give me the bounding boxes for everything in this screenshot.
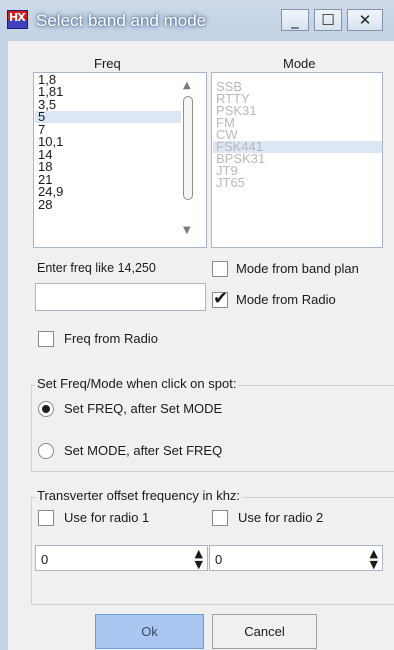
- ok-button[interactable]: Ok: [95, 614, 204, 649]
- freq-selection-highlight: [35, 111, 181, 123]
- freq-header: Freq: [94, 56, 121, 71]
- cancel-button[interactable]: Cancel: [212, 614, 317, 649]
- offset-radio2-spinner[interactable]: 0 ▲ ▼: [209, 545, 383, 571]
- radio-selected-dot-icon: [42, 405, 50, 413]
- use-radio2-checkbox[interactable]: [212, 510, 228, 526]
- window-title: Select band and mode: [36, 11, 207, 30]
- set-mode-first-label: Set MODE, after Set FREQ: [64, 443, 223, 458]
- freq-from-radio-label: Freq from Radio: [64, 331, 158, 346]
- freq-item[interactable]: 10,1: [38, 135, 63, 148]
- checkmark-icon: ✔: [213, 288, 229, 309]
- spot-group-caption: Set Freq/Mode when click on spot:: [35, 376, 239, 391]
- mode-from-radio-checkbox[interactable]: ✔: [212, 288, 228, 309]
- freq-scrollbar-thumb[interactable]: [183, 96, 193, 200]
- offset-radio1-value[interactable]: 0: [41, 552, 48, 567]
- close-button[interactable]: ✕: [347, 9, 383, 31]
- set-mode-first-radio[interactable]: [38, 443, 54, 459]
- mode-from-band-plan-checkbox[interactable]: [212, 261, 228, 277]
- transverter-group-caption: Transverter offset frequency in khz:: [35, 488, 243, 503]
- freq-listbox[interactable]: 1,8 1,81 3,5 5 7 10,1 14 18 21 24,9 28: [33, 72, 207, 248]
- title-bar[interactable]: HX Select band and mode _ ☐ ✕: [0, 0, 394, 41]
- freq-item[interactable]: 18: [38, 160, 52, 173]
- freq-item[interactable]: 5: [38, 110, 45, 123]
- app-flag-icon: HX: [7, 10, 28, 29]
- freq-item[interactable]: 28: [38, 198, 52, 211]
- minimize-button[interactable]: _: [281, 9, 309, 31]
- freq-item[interactable]: 1,81: [38, 85, 63, 98]
- scroll-up-icon[interactable]: ▲: [183, 80, 191, 91]
- freq-entry-label: Enter freq like 14,250: [37, 261, 156, 275]
- freq-from-radio-checkbox[interactable]: [38, 331, 54, 347]
- scroll-down-icon[interactable]: ▼: [183, 225, 191, 236]
- maximize-button[interactable]: ☐: [314, 9, 342, 31]
- spinner-arrows-icon[interactable]: ▲ ▼: [370, 548, 378, 570]
- mode-item[interactable]: JT65: [216, 176, 245, 189]
- spot-mode-groupbox: [31, 385, 394, 472]
- set-freq-first-label: Set FREQ, after Set MODE: [64, 401, 223, 416]
- mode-from-radio-label: Mode from Radio: [236, 292, 336, 307]
- mode-from-band-plan-label: Mode from band plan: [236, 261, 359, 276]
- offset-radio2-value[interactable]: 0: [215, 552, 222, 567]
- offset-radio1-spinner[interactable]: 0 ▲ ▼: [35, 545, 208, 571]
- mode-header: Mode: [283, 56, 316, 71]
- set-freq-first-radio[interactable]: [38, 401, 54, 417]
- freq-item[interactable]: 24,9: [38, 185, 63, 198]
- spinner-arrows-icon[interactable]: ▲ ▼: [195, 548, 203, 570]
- use-radio1-checkbox[interactable]: [38, 510, 54, 526]
- freq-entry-input[interactable]: [35, 283, 206, 311]
- mode-listbox[interactable]: SSB RTTY PSK31 FM CW FSK441 BPSK31 JT9 J…: [211, 72, 383, 248]
- use-radio1-label: Use for radio 1: [64, 510, 150, 525]
- use-radio2-label: Use for radio 2: [238, 510, 324, 525]
